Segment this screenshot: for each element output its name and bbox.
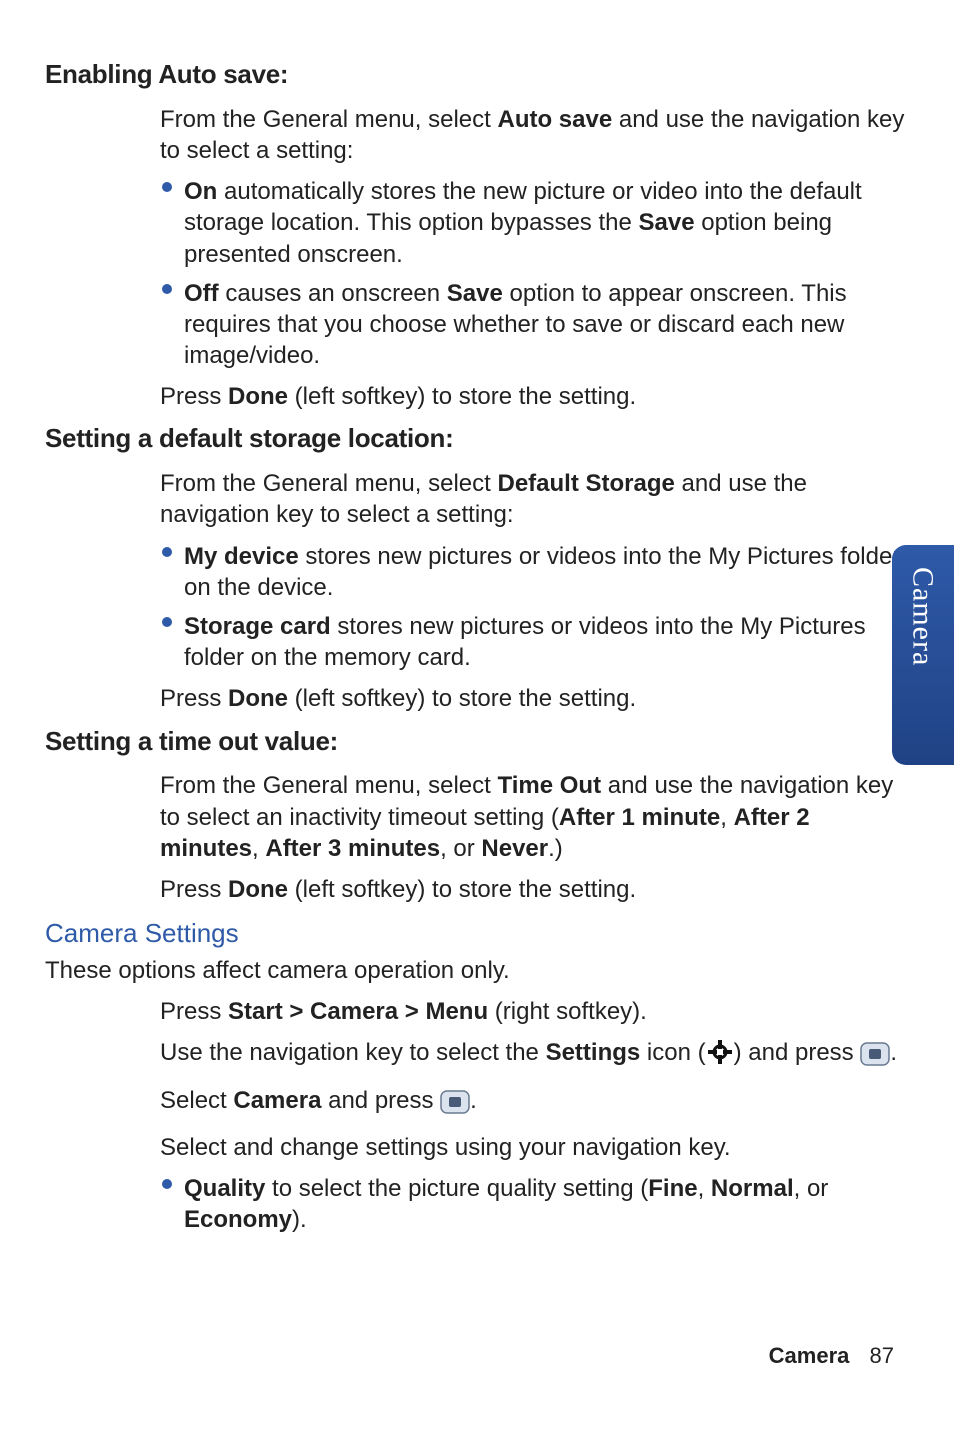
text-bold: After 1 minute	[559, 804, 720, 831]
text: .)	[548, 835, 563, 862]
default-storage-intro: From the General menu, select Default St…	[160, 468, 909, 530]
text-bold: Save	[447, 280, 503, 307]
page-footer: Camera 87	[769, 1342, 894, 1371]
list-item: On automatically stores the new picture …	[160, 176, 909, 270]
ok-button-icon	[860, 1042, 890, 1074]
text: icon (	[640, 1039, 705, 1066]
text: Press	[160, 876, 228, 903]
text: (right softkey).	[488, 998, 647, 1025]
text: ,	[252, 835, 265, 862]
text: Use the navigation key to select the	[160, 1039, 546, 1066]
text-bold: Settings	[546, 1039, 641, 1066]
text: and press	[321, 1087, 440, 1114]
list-item: Quality to select the picture quality se…	[160, 1173, 909, 1235]
text: (left softkey) to store the setting.	[288, 383, 636, 410]
text: From the General menu, select	[160, 470, 497, 497]
time-out-intro: From the General menu, select Time Out a…	[160, 770, 909, 864]
text: , or	[794, 1175, 829, 1202]
text: ,	[720, 804, 733, 831]
text: Select	[160, 1087, 233, 1114]
text-bold: Save	[639, 209, 695, 236]
text-bold: Quality	[184, 1175, 265, 1202]
camera-settings-step1: Press Start > Camera > Menu (right softk…	[160, 996, 909, 1027]
camera-settings-step4: Select and change settings using your na…	[160, 1132, 909, 1163]
list-item: Storage card stores new pictures or vide…	[160, 611, 909, 673]
text-bold: Default Storage	[497, 470, 674, 497]
heading-time-out: Setting a time out value:	[45, 725, 909, 759]
text: From the General menu, select	[160, 106, 497, 133]
page-content: Enabling Auto save: From the General men…	[0, 0, 954, 1235]
auto-save-press: Press Done (left softkey) to store the s…	[160, 381, 909, 412]
text: .	[470, 1087, 477, 1114]
list-item: Off causes an onscreen Save option to ap…	[160, 278, 909, 372]
settings-icon	[706, 1038, 734, 1074]
text: ).	[292, 1206, 307, 1233]
default-storage-press: Press Done (left softkey) to store the s…	[160, 683, 909, 714]
camera-settings-bullets: Quality to select the picture quality se…	[160, 1173, 909, 1235]
text-bold: Camera	[233, 1087, 321, 1114]
text: causes an onscreen	[219, 280, 447, 307]
text-bold: Done	[228, 383, 288, 410]
text-bold: Fine	[648, 1175, 697, 1202]
camera-settings-step2: Use the navigation key to select the Set…	[160, 1037, 909, 1074]
text: ) and press	[734, 1039, 861, 1066]
text-bold: Time Out	[497, 772, 601, 799]
text-bold: Economy	[184, 1206, 292, 1233]
ok-button-icon	[440, 1090, 470, 1122]
text: Press	[160, 383, 228, 410]
side-tab: Camera	[892, 545, 954, 765]
text: (left softkey) to store the setting.	[288, 876, 636, 903]
text-bold: Off	[184, 280, 219, 307]
footer-section-label: Camera	[769, 1343, 850, 1368]
side-tab-label: Camera	[904, 567, 943, 666]
footer-page-number: 87	[870, 1343, 894, 1368]
time-out-press: Press Done (left softkey) to store the s…	[160, 874, 909, 905]
text-bold: Done	[228, 685, 288, 712]
text: .	[890, 1039, 897, 1066]
auto-save-intro: From the General menu, select Auto save …	[160, 104, 909, 166]
text: Press	[160, 998, 228, 1025]
text: ,	[698, 1175, 711, 1202]
text-bold: My device	[184, 543, 299, 570]
heading-camera-settings: Camera Settings	[45, 917, 909, 951]
camera-settings-step3: Select Camera and press .	[160, 1085, 909, 1122]
default-storage-bullets: My device stores new pictures or videos …	[160, 541, 909, 674]
text-bold: After 3 minutes	[265, 835, 440, 862]
text: to select the picture quality setting (	[265, 1175, 648, 1202]
text-bold: Auto save	[497, 106, 612, 133]
text: (left softkey) to store the setting.	[288, 685, 636, 712]
auto-save-bullets: On automatically stores the new picture …	[160, 176, 909, 371]
text: Press	[160, 685, 228, 712]
list-item: My device stores new pictures or videos …	[160, 541, 909, 603]
heading-default-storage: Setting a default storage location:	[45, 422, 909, 456]
text-bold: Never	[481, 835, 548, 862]
text-bold: Normal	[711, 1175, 794, 1202]
text: , or	[440, 835, 481, 862]
text-bold: Done	[228, 876, 288, 903]
heading-auto-save: Enabling Auto save:	[45, 58, 909, 92]
text-bold: Storage card	[184, 613, 331, 640]
text-bold: Start > Camera > Menu	[228, 998, 488, 1025]
camera-settings-intro: These options affect camera operation on…	[45, 955, 909, 986]
text-bold: On	[184, 178, 217, 205]
text: From the General menu, select	[160, 772, 497, 799]
